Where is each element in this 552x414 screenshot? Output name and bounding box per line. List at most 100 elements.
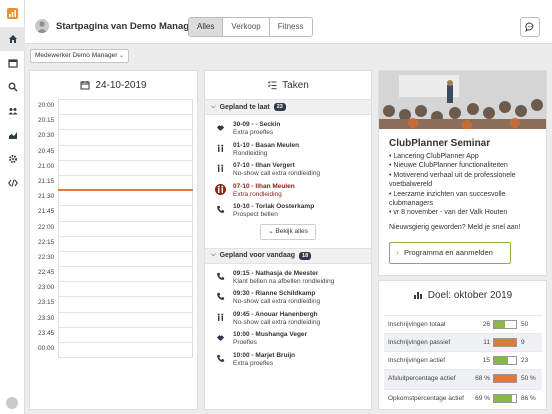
task-item[interactable]: 10:00 - Mushanga Veger Proefles <box>205 328 371 349</box>
app-logo[interactable] <box>0 0 25 27</box>
task-count-badge: 18 <box>299 251 312 260</box>
time-cell[interactable] <box>58 174 193 191</box>
time-slot[interactable]: 23:45 <box>30 326 197 342</box>
task-item[interactable]: 01-10 - Basan Meulen Rondleiding <box>205 139 371 160</box>
task-section-header[interactable]: ⌵ Gepland te laat 23 <box>205 99 371 115</box>
goal-progress-fill <box>494 375 516 382</box>
time-slot[interactable]: 20:45 <box>30 144 197 160</box>
chat-button[interactable] <box>520 17 540 37</box>
task-item[interactable]: 10:00 - Marjet Bruijn Extra proefles <box>205 349 371 370</box>
task-sections: ⌵ Gepland te laat 23 30-09 - - Seckin Extra … <box>205 99 371 369</box>
goal-row: Afsluitpercentage actief 68 % 50 % <box>384 369 542 389</box>
time-cell[interactable] <box>58 311 193 327</box>
task-item[interactable]: 09:15 - Nathasja de Meester Klant bellen … <box>205 267 371 288</box>
goal-progress-fill <box>494 321 506 328</box>
time-slot[interactable]: 22:30 <box>30 250 197 267</box>
goal-panel: Doel: oktober 2019 Inschrijvingen totaal… <box>378 280 547 410</box>
time-slot[interactable]: 22:15 <box>30 235 197 251</box>
time-slot[interactable]: 23:30 <box>30 311 197 327</box>
task-subtitle: No-show call extra rondleiding <box>233 298 321 305</box>
avatar[interactable] <box>35 19 49 33</box>
calendar-icon <box>80 81 90 90</box>
time-cell[interactable] <box>58 159 193 175</box>
time-slot[interactable]: 20:30 <box>30 129 197 145</box>
goal-label: Afsluitpercentage actief <box>388 375 456 382</box>
task-subtitle: Extra proefles <box>233 129 274 136</box>
time-slot[interactable]: 21:00 <box>30 159 197 175</box>
calendar-panel: 24-10-2019 20:00 20:15 20:30 20:45 21:00 21:1… <box>29 70 198 410</box>
time-cell[interactable] <box>58 250 193 267</box>
time-slot[interactable]: 23:00 <box>30 281 197 297</box>
time-slot[interactable]: 22:45 <box>30 266 197 282</box>
time-label: 23:15 <box>38 299 55 307</box>
task-item[interactable]: 09:30 - Rianne Schildkamp No-show call ex… <box>205 287 371 308</box>
goal-header: Doel: oktober 2019 <box>379 281 546 309</box>
sidebar-item-home[interactable] <box>0 27 25 51</box>
goal-target: 23 <box>521 357 529 364</box>
time-cell[interactable] <box>58 144 193 160</box>
time-cell[interactable] <box>58 190 193 206</box>
show-all-button[interactable]: ⌄ Bekijk alles <box>260 223 316 240</box>
time-slot[interactable]: 21:15 <box>30 174 197 191</box>
seminar-bullet: • Lancering ClubPlanner App <box>389 153 479 160</box>
goal-target: 9 <box>521 339 525 346</box>
task-title: 09:30 - Rianne Schildkamp <box>233 290 316 297</box>
sidebar-item-calendar[interactable] <box>0 51 25 75</box>
phone-icon <box>215 353 226 364</box>
seminar-cta-text: Nieuwsgierig geworden? Meld je snel aan! <box>389 224 521 231</box>
seminar-bullet: • vr 8 november - van der Valk Houten <box>389 209 508 217</box>
time-slot[interactable]: 20:15 <box>30 114 197 130</box>
time-cell[interactable] <box>58 129 193 145</box>
task-subtitle: No-show call extra rondleiding <box>233 318 321 326</box>
calendar-date: 24-10-2019 <box>95 79 147 91</box>
time-slot[interactable]: 23:15 <box>30 296 197 312</box>
time-cell[interactable] <box>58 114 193 130</box>
time-slot[interactable]: 21:30 <box>30 190 197 206</box>
time-label: 23:00 <box>38 284 55 292</box>
sidebar-item-users[interactable] <box>0 99 25 123</box>
tab-fitness[interactable]: Fitness <box>269 18 312 36</box>
goal-current: 15 <box>482 357 490 364</box>
time-slot[interactable]: 21:45 <box>30 205 197 221</box>
time-cell[interactable] <box>58 296 193 312</box>
goal-row: Inschrijvingen totaal 26 50 <box>384 315 542 333</box>
time-slot[interactable]: 00:00 <box>30 342 197 358</box>
task-item[interactable]: 30-09 - - Seckin Extra proefles <box>205 118 371 139</box>
employee-select[interactable]: Medewerker Demo Manager ⌄ <box>30 49 129 63</box>
app: Startpagina van Demo Manager Alles Verko… <box>0 0 552 414</box>
time-cell[interactable] <box>58 99 193 115</box>
time-cell[interactable] <box>58 342 193 358</box>
sidebar-item-code[interactable] <box>0 171 25 195</box>
sidebar-item-search[interactable] <box>0 75 25 99</box>
goal-title: Doel: oktober 2019 <box>427 289 513 301</box>
search-icon <box>8 82 18 92</box>
tab-alles[interactable]: Alles <box>189 18 224 36</box>
sidebar <box>0 0 25 414</box>
task-item[interactable]: 07-10 - Ilhan Vergert No-show call extra … <box>205 159 371 180</box>
time-cell[interactable] <box>58 266 193 282</box>
time-cell[interactable] <box>58 205 193 221</box>
tab-verkoop[interactable]: Verkoop <box>223 18 270 36</box>
goal-current: 69 % <box>475 395 490 402</box>
calendar-grid[interactable]: 20:00 20:15 20:30 20:45 21:00 21:15 21:30 21:45… <box>30 99 197 359</box>
time-label: 22:15 <box>38 238 55 246</box>
time-cell[interactable] <box>58 326 193 342</box>
sidebar-item-stats[interactable] <box>0 123 25 147</box>
task-item[interactable]: 10-10 - Torlak Oosterkamp Prospect bellen <box>205 200 371 221</box>
time-slot[interactable]: 22:00 <box>30 220 197 236</box>
time-cell[interactable] <box>58 235 193 251</box>
task-item[interactable]: 07-10 - Ilhan Meulen Extra rondleiding <box>205 180 371 201</box>
sidebar-item-settings[interactable] <box>0 147 25 171</box>
goal-label: Inschrijvingen passief <box>388 339 451 346</box>
time-cell[interactable] <box>58 220 193 236</box>
user-avatar[interactable] <box>6 397 18 409</box>
chart-icon <box>8 132 17 139</box>
time-cell[interactable] <box>58 281 193 297</box>
program-register-button[interactable]: › Programma en aanmelden <box>389 242 511 264</box>
task-section-header[interactable]: ⌵ Gepland voor vandaag 18 <box>205 247 371 264</box>
time-slot[interactable]: 20:00 <box>30 99 197 115</box>
goal-progress-fill <box>494 395 512 402</box>
chat-icon <box>525 22 534 32</box>
goal-progress-bar <box>493 394 517 403</box>
task-item[interactable]: 09:45 - Anouar Hanenbergh No-show call ex… <box>205 308 371 329</box>
